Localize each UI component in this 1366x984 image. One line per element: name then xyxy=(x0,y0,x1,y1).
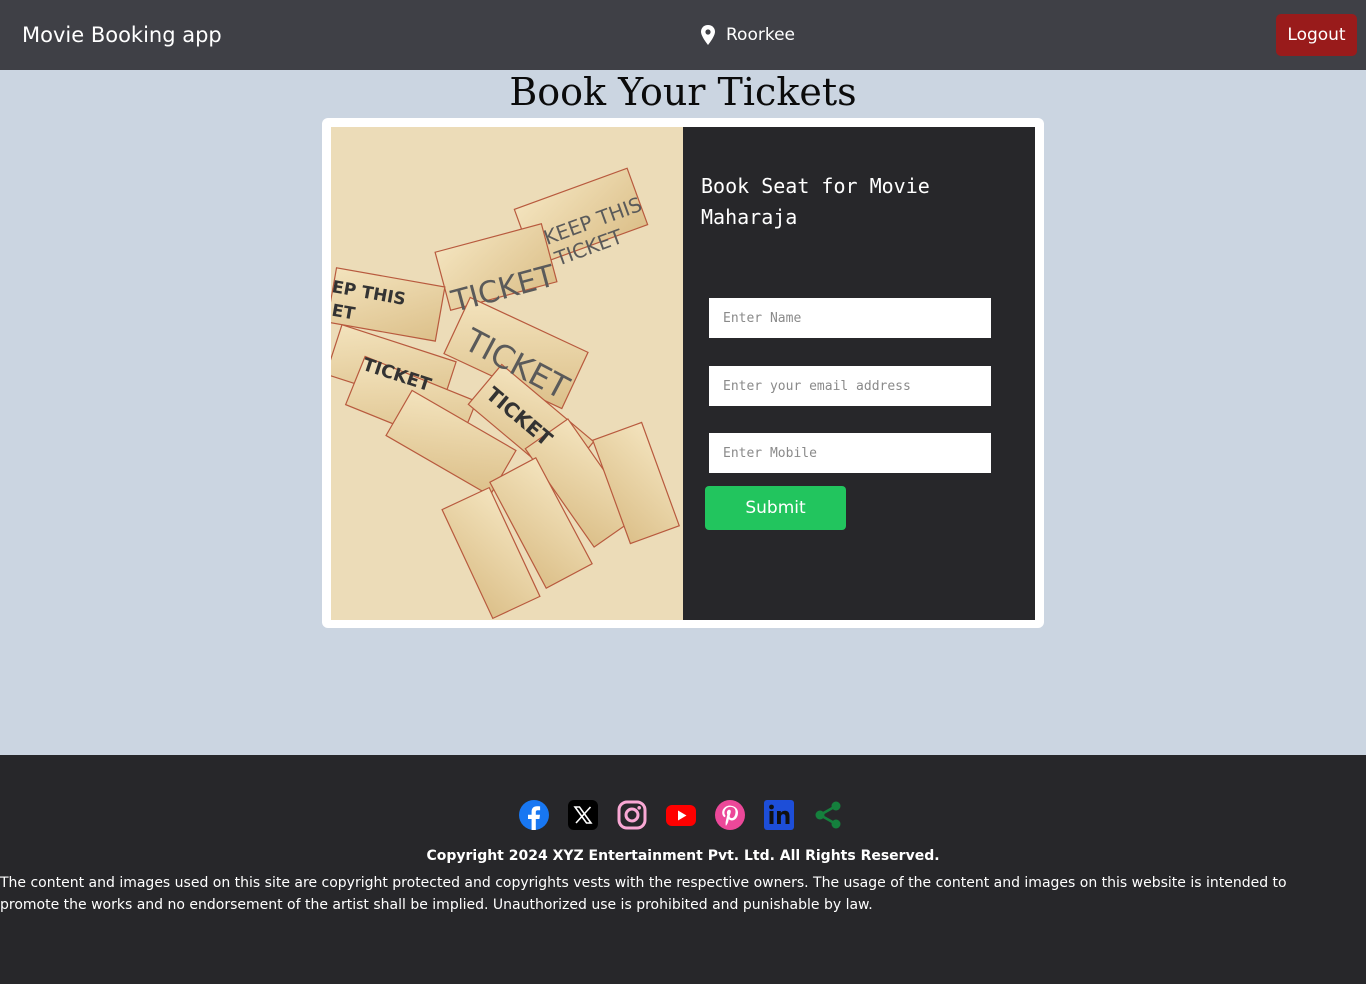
location-label: Roorkee xyxy=(726,25,795,45)
booking-form: Book Seat for Movie Maharaja Submit xyxy=(683,127,1035,620)
disclaimer-text: The content and images used on this site… xyxy=(0,875,1287,913)
x-icon[interactable] xyxy=(567,799,599,831)
submit-button[interactable]: Submit xyxy=(705,486,846,530)
social-links xyxy=(518,799,844,831)
ticket-left-label: ET xyxy=(331,301,357,325)
name-input[interactable] xyxy=(709,298,991,338)
linkedin-icon[interactable] xyxy=(763,799,795,831)
page-title: Book Your Tickets xyxy=(509,70,857,114)
youtube-icon[interactable] xyxy=(665,799,697,831)
booking-card: TICKET KEEP THIS TICKET EP THIS ET TICKE… xyxy=(322,118,1044,628)
form-title: Book Seat for Movie Maharaja xyxy=(701,171,1001,233)
tickets-image: TICKET KEEP THIS TICKET EP THIS ET TICKE… xyxy=(331,127,683,620)
form-title-line1: Book Seat for Movie xyxy=(701,174,930,198)
tickets-illustration: TICKET KEEP THIS TICKET EP THIS ET TICKE… xyxy=(331,127,683,620)
location-selector[interactable]: Roorkee xyxy=(700,22,795,48)
facebook-icon[interactable] xyxy=(518,799,550,831)
brand-title[interactable]: Movie Booking app xyxy=(22,20,222,50)
footer: Copyright 2024 XYZ Entertainment Pvt. Lt… xyxy=(0,755,1366,984)
map-pin-icon xyxy=(701,25,715,45)
logout-button[interactable]: Logout xyxy=(1276,14,1357,56)
navbar: Movie Booking app Roorkee Logout xyxy=(0,0,1366,70)
mobile-input[interactable] xyxy=(709,433,991,473)
share-icon[interactable] xyxy=(812,799,844,831)
instagram-icon[interactable] xyxy=(616,799,648,831)
copyright-text: Copyright 2024 XYZ Entertainment Pvt. Lt… xyxy=(426,848,940,864)
movie-name: Maharaja xyxy=(701,205,798,229)
pinterest-icon[interactable] xyxy=(714,799,746,831)
email-input[interactable] xyxy=(709,366,991,406)
